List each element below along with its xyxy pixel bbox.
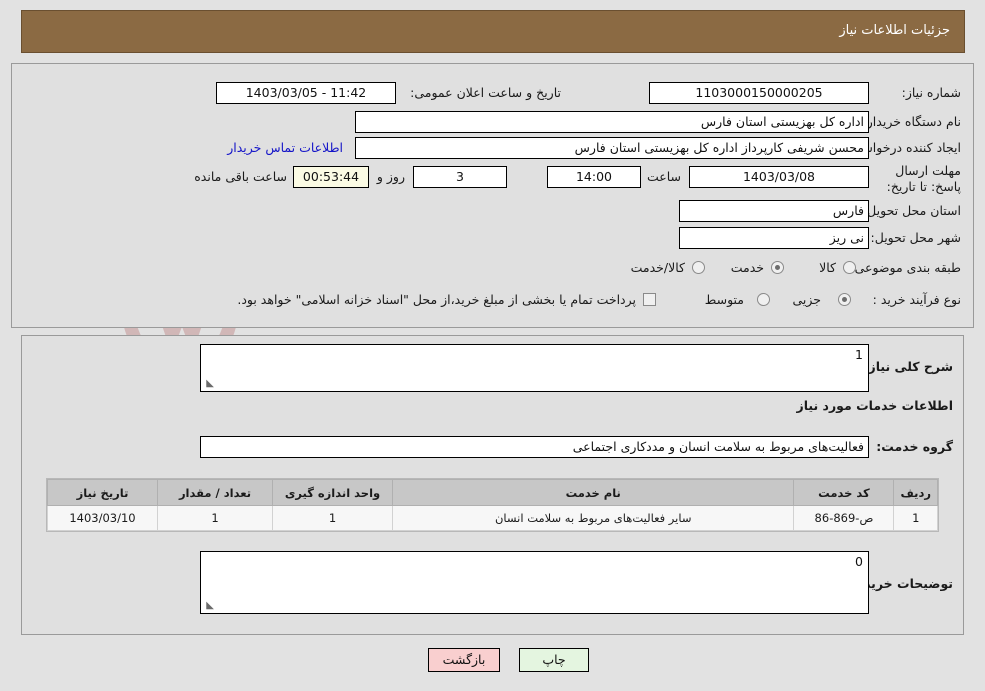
treasury-checkbox-label: پرداخت تمام یا بخشی از مبلغ خرید،از محل … (237, 292, 636, 307)
page-root: AriaTender.net جزئیات اطلاعات نیاز شماره… (0, 0, 985, 691)
cell-service-code: ص-869-86 (793, 505, 895, 531)
radio-process-jozei[interactable] (838, 293, 851, 306)
process-option-motavaset: متوسط (704, 292, 744, 307)
province-value: فارس (679, 200, 869, 222)
services-table-wrapper: ردیف کد خدمت نام خدمت واحد اندازه گیری ت… (46, 478, 939, 532)
announce-value: 11:42 - 1403/03/05 (216, 82, 396, 104)
radio-category-kala[interactable] (843, 261, 856, 274)
cell-row-no: 1 (893, 505, 938, 531)
cell-need-date: 1403/03/10 (47, 505, 158, 531)
process-option-jozei: جزیی (792, 292, 821, 307)
services-table: ردیف کد خدمت نام خدمت واحد اندازه گیری ت… (47, 479, 938, 531)
buyer-notes-value: 0 (855, 554, 863, 569)
radio-category-khedmat[interactable] (771, 261, 784, 274)
table-header-row: ردیف کد خدمت نام خدمت واحد اندازه گیری ت… (47, 479, 938, 506)
general-desc-value: 1 (855, 347, 863, 362)
deadline-date-value: 1403/03/08 (689, 166, 869, 188)
th-need-date: تاریخ نیاز (47, 479, 158, 506)
page-title: جزئیات اطلاعات نیاز (839, 23, 950, 38)
buyer-notes-textarea[interactable]: 0 ◣ (200, 551, 869, 614)
days-label: روز و (376, 169, 405, 184)
general-desc-textarea[interactable]: 1 ◣ (200, 344, 869, 392)
th-service-code: کد خدمت (793, 479, 895, 506)
category-option-kala: کالا (819, 260, 836, 275)
category-option-kala-khedmat: کالا/خدمت (630, 260, 685, 275)
countdown-timer: 00:53:44 (293, 166, 369, 188)
service-group-label: گروه خدمت: (876, 439, 953, 454)
hour-label: ساعت (646, 169, 681, 184)
deadline-time-value: 14:00 (547, 166, 641, 188)
need-info-panel: شماره نیاز: 1103000150000205 تاریخ و ساع… (11, 63, 974, 328)
process-label: نوع فرآیند خرید : (872, 292, 961, 307)
th-service-name: نام خدمت (391, 479, 795, 506)
general-desc-label: شرح کلی نیاز: (863, 359, 953, 374)
announce-label: تاریخ و ساعت اعلان عمومی: (410, 85, 561, 100)
cell-quantity: 1 (157, 505, 273, 531)
radio-process-motavaset[interactable] (757, 293, 770, 306)
cell-unit: 1 (272, 505, 393, 531)
th-unit: واحد اندازه گیری (272, 479, 393, 506)
resize-handle-icon[interactable]: ◣ (204, 379, 214, 389)
treasury-checkbox[interactable] (643, 293, 656, 306)
th-row-no: ردیف (893, 479, 938, 506)
days-remaining-value: 3 (413, 166, 507, 188)
service-group-value: فعالیت‌های مربوط به سلامت انسان و مددکار… (200, 436, 869, 458)
city-value: نی ریز (679, 227, 869, 249)
countdown-label: ساعت باقی مانده (194, 169, 287, 184)
need-number-label: شماره نیاز: (901, 85, 961, 100)
need-number-value: 1103000150000205 (649, 82, 869, 104)
th-quantity: تعداد / مقدار (157, 479, 273, 506)
services-heading: اطلاعات خدمات مورد نیاز (796, 398, 954, 413)
province-label: استان محل تحویل: (862, 203, 961, 218)
buyer-org-label: نام دستگاه خریدار: (862, 114, 961, 129)
buyer-contact-link[interactable]: اطلاعات تماس خریدار (227, 140, 343, 155)
cell-service-name: سایر فعالیت‌های مربوط به سلامت انسان (391, 505, 795, 531)
page-header-bar: جزئیات اطلاعات نیاز (21, 10, 965, 53)
category-option-khedmat: خدمت (730, 260, 764, 275)
category-label: طبقه بندی موضوعی: (850, 260, 961, 275)
buyer-org-value: اداره کل بهزیستی استان فارس (355, 111, 869, 133)
table-row[interactable]: 1 ص-869-86 سایر فعالیت‌های مربوط به سلام… (47, 505, 938, 531)
deadline-label: مهلت ارسال پاسخ: تا تاریخ: (886, 163, 961, 194)
back-button[interactable]: بازگشت (428, 648, 500, 672)
resize-handle-icon-2[interactable]: ◣ (204, 601, 214, 611)
creator-value: محسن شریفی کارپرداز اداره کل بهزیستی است… (355, 137, 869, 159)
radio-category-kala-khedmat[interactable] (692, 261, 705, 274)
city-label: شهر محل تحویل: (870, 230, 961, 245)
print-button[interactable]: چاپ (519, 648, 589, 672)
